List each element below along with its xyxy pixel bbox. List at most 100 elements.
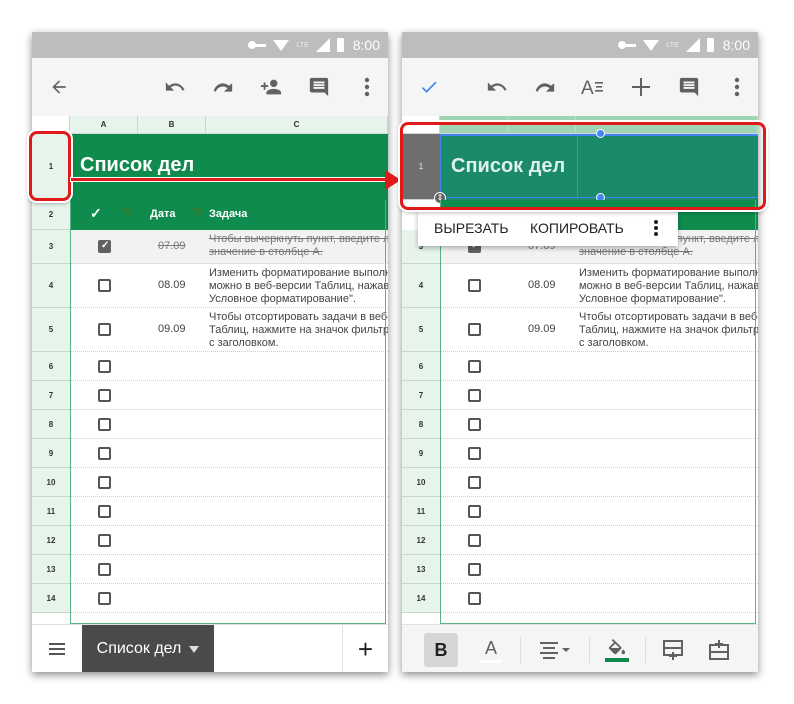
comment-icon[interactable]: [674, 72, 704, 102]
check-icon[interactable]: [414, 72, 444, 102]
task-column-header[interactable]: Задача: [209, 208, 247, 220]
add-sheet-button[interactable]: +: [342, 625, 388, 672]
table-row[interactable]: [440, 410, 758, 439]
task-cell[interactable]: Чтобы отсортировать задачи в веб- Таблиц,…: [209, 311, 388, 350]
sheet-title-cell[interactable]: Список дел: [451, 155, 565, 178]
table-row[interactable]: [70, 468, 388, 497]
redo-icon[interactable]: [530, 72, 560, 102]
add-person-icon[interactable]: [256, 72, 286, 102]
redo-icon[interactable]: [208, 72, 238, 102]
checkbox[interactable]: [468, 562, 481, 576]
row-header-12[interactable]: 12: [32, 526, 70, 555]
corner-cell[interactable]: [402, 116, 440, 133]
table-row[interactable]: [440, 584, 758, 613]
row-header-8[interactable]: 8: [32, 410, 70, 439]
checkbox[interactable]: [98, 417, 111, 431]
checkbox[interactable]: [468, 388, 481, 402]
table-row[interactable]: [70, 497, 388, 526]
task-cell[interactable]: Чтобы отсортировать задачи в веб- Таблиц,…: [579, 311, 758, 350]
row-header-14[interactable]: 14: [402, 584, 440, 613]
date-cell[interactable]: 08.09: [158, 279, 186, 291]
checkbox[interactable]: [468, 533, 481, 547]
checkbox[interactable]: [468, 323, 481, 336]
date-cell[interactable]: 09.09: [528, 323, 556, 335]
title-row[interactable]: Список дел: [70, 134, 388, 200]
table-row[interactable]: [440, 526, 758, 555]
table-row[interactable]: [440, 468, 758, 497]
corner-cell[interactable]: [32, 116, 70, 133]
date-cell[interactable]: 08.09: [528, 279, 556, 291]
table-row[interactable]: 09.09 Чтобы отсортировать задачи в веб- Та…: [440, 308, 758, 352]
filter-icon[interactable]: [192, 208, 202, 216]
checkbox[interactable]: [98, 504, 111, 518]
row-header-10[interactable]: 10: [402, 468, 440, 497]
row-header-12[interactable]: 12: [402, 526, 440, 555]
table-row[interactable]: [440, 439, 758, 468]
row-header-1-selected[interactable]: 1: [402, 134, 440, 200]
checkbox[interactable]: [98, 446, 111, 460]
column-header-c[interactable]: C: [206, 116, 388, 133]
date-cell[interactable]: 09.09: [158, 323, 186, 335]
row-header-11[interactable]: 11: [402, 497, 440, 526]
table-row[interactable]: [70, 439, 388, 468]
row-header-3[interactable]: 3: [32, 230, 70, 264]
column-header-b[interactable]: [508, 116, 576, 133]
task-cell[interactable]: Изменить форматирование выполн можно в ве…: [209, 267, 388, 306]
plus-icon[interactable]: [626, 72, 656, 102]
task-cell[interactable]: Чтобы вычеркнуть пункт, введите лзначени…: [209, 233, 388, 259]
checkbox[interactable]: [468, 417, 481, 431]
row-header-14[interactable]: 14: [32, 584, 70, 613]
fill-color-button[interactable]: [600, 633, 634, 667]
dropdown-arrow-icon[interactable]: [189, 645, 200, 653]
sheet-tab[interactable]: Список дел: [82, 625, 214, 672]
table-row[interactable]: [440, 381, 758, 410]
row-header-9[interactable]: 9: [32, 439, 70, 468]
selected-cell[interactable]: Список дел: [440, 134, 578, 198]
row-header-13[interactable]: 13: [32, 555, 70, 584]
checkbox[interactable]: [98, 279, 111, 292]
row-header-8[interactable]: 8: [402, 410, 440, 439]
insert-row-below-button[interactable]: [656, 633, 690, 667]
table-row[interactable]: 08.09 Изменить форматирование выполн можно…: [70, 264, 388, 308]
text-format-icon[interactable]: A: [578, 72, 608, 102]
table-row[interactable]: 07.09 Чтобы вычеркнуть пункт, введите лзн…: [70, 230, 388, 264]
title-row-selected[interactable]: Список дел: [440, 134, 758, 200]
table-row[interactable]: [440, 555, 758, 584]
table-row[interactable]: [440, 352, 758, 381]
copy-menu-item[interactable]: КОПИРОВАТЬ: [530, 220, 624, 236]
table-row[interactable]: [70, 352, 388, 381]
row-header-2[interactable]: 2: [32, 200, 70, 230]
checkbox[interactable]: [98, 323, 111, 336]
task-cell[interactable]: Изменить форматирование выполн можно в ве…: [579, 267, 758, 306]
checkbox[interactable]: [98, 591, 111, 605]
column-header-b[interactable]: B: [138, 116, 206, 133]
row-header-5[interactable]: 5: [32, 308, 70, 352]
table-row[interactable]: [70, 381, 388, 410]
table-row[interactable]: [70, 410, 388, 439]
checkbox[interactable]: [98, 475, 111, 489]
text-color-button[interactable]: A: [474, 633, 508, 667]
row-header-9[interactable]: 9: [402, 439, 440, 468]
sheet-title-cell[interactable]: Список дел: [80, 154, 194, 177]
row-header-7[interactable]: 7: [402, 381, 440, 410]
checkbox[interactable]: [468, 591, 481, 605]
row-header-13[interactable]: 13: [402, 555, 440, 584]
row-header-4[interactable]: 4: [402, 264, 440, 308]
row-header-1[interactable]: 1: [32, 134, 70, 200]
cut-menu-item[interactable]: ВЫРЕЗАТЬ: [434, 220, 509, 236]
checkbox[interactable]: [98, 562, 111, 576]
row-header-4[interactable]: 4: [32, 264, 70, 308]
undo-icon[interactable]: [160, 72, 190, 102]
checkbox[interactable]: [468, 446, 481, 460]
row-header-5[interactable]: 5: [402, 308, 440, 352]
more-vert-icon[interactable]: [352, 72, 382, 102]
checkbox[interactable]: [468, 279, 481, 292]
checkbox[interactable]: [468, 504, 481, 518]
align-button[interactable]: [534, 633, 578, 667]
checkbox[interactable]: [98, 240, 111, 253]
column-header-a[interactable]: [440, 116, 508, 133]
table-row[interactable]: [70, 584, 388, 613]
table-row[interactable]: [70, 555, 388, 584]
back-arrow-icon[interactable]: [44, 72, 74, 102]
comment-icon[interactable]: [304, 72, 334, 102]
